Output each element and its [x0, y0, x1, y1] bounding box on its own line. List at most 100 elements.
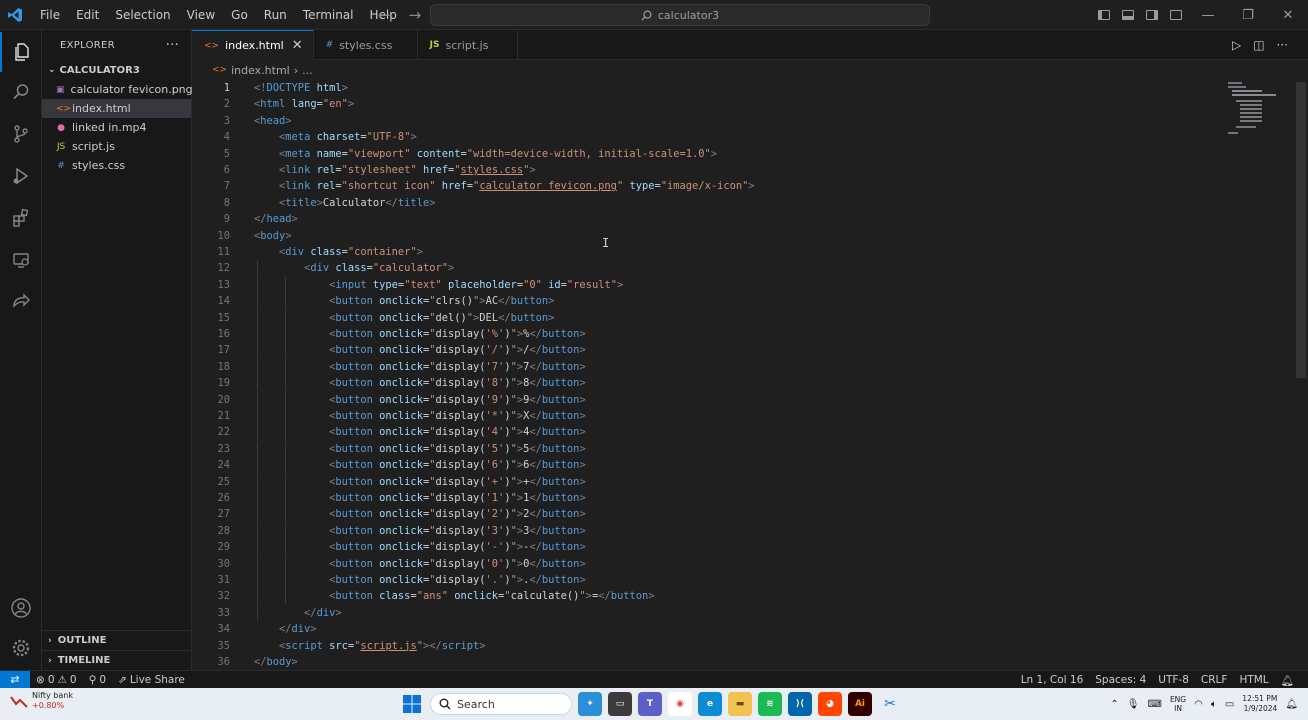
- notifications-bell-icon[interactable]: 🔔︎: [1275, 674, 1300, 687]
- ports-indicator[interactable]: ⚲ 0: [83, 674, 112, 686]
- toggle-secondary-sidebar-icon[interactable]: [1140, 0, 1164, 30]
- line-number: 5: [223, 147, 230, 160]
- scrollbar-thumb[interactable]: [1296, 82, 1306, 378]
- menu-edit[interactable]: Edit: [68, 0, 107, 30]
- remote-indicator-icon[interactable]: ⇄: [0, 670, 30, 689]
- close-window-icon[interactable]: ✕: [1268, 0, 1308, 30]
- wifi-icon[interactable]: ◠: [1194, 699, 1203, 710]
- keyboard-icon[interactable]: ⌨: [1148, 699, 1162, 710]
- timeline-label: TIMELINE: [57, 655, 111, 666]
- customize-layout-icon[interactable]: [1164, 0, 1188, 30]
- live-share-icon[interactable]: [0, 282, 42, 322]
- taskbar-search[interactable]: Search: [430, 693, 572, 715]
- settings-gear-icon[interactable]: [0, 628, 42, 668]
- stock-widget[interactable]: Nifty bank +0.80%: [10, 691, 73, 711]
- code-text: <body>: [254, 229, 292, 242]
- code-text: <button onclick="display('-')">-</button…: [329, 541, 586, 554]
- menu-file[interactable]: File: [32, 0, 68, 30]
- file-item[interactable]: JS script.js: [42, 137, 191, 156]
- tab-label: index.html: [225, 39, 284, 52]
- spotify-icon[interactable]: ≋: [758, 692, 782, 716]
- code-line: 32 <button class="ans" onclick="calculat…: [192, 588, 1292, 605]
- menu-terminal[interactable]: Terminal: [295, 0, 362, 30]
- menu-bar: File Edit Selection View Go Run Terminal…: [32, 0, 405, 30]
- code-line: 30 <button onclick="display('0')">0</but…: [192, 555, 1292, 572]
- battery-icon[interactable]: ▭: [1225, 699, 1234, 710]
- indentation[interactable]: Spaces: 4: [1089, 674, 1152, 686]
- file-item[interactable]: ▣ calculator fevicon.png: [42, 80, 193, 99]
- vscode-taskbar-icon[interactable]: ⟩⟨: [788, 692, 812, 716]
- forward-arrow-icon[interactable]: →: [409, 6, 422, 24]
- volume-icon[interactable]: 🔈︎: [1211, 699, 1217, 710]
- more-actions-icon[interactable]: ···: [1277, 38, 1288, 52]
- line-number: 30: [217, 557, 230, 570]
- copilot-icon[interactable]: ✦: [578, 692, 602, 716]
- toggle-panel-icon[interactable]: [1116, 0, 1140, 30]
- windows-start-icon[interactable]: [400, 692, 424, 716]
- file-item[interactable]: ● linked in.mp4: [42, 118, 191, 137]
- task-view-icon[interactable]: ▭: [608, 692, 632, 716]
- taskbar-apps: Search ✦ ▭ T ◉ e ▬ ≋ ⟩⟨ ◕ Ai ✂: [400, 688, 902, 720]
- tab-script-js[interactable]: JS script.js: [418, 30, 518, 60]
- problems-indicator[interactable]: ⊗ 0 ⚠ 0: [30, 674, 83, 686]
- extensions-icon[interactable]: [0, 198, 42, 238]
- menu-view[interactable]: View: [179, 0, 223, 30]
- outline-section[interactable]: › OUTLINE: [42, 630, 192, 650]
- code-text: <script src="script.js"></script>: [279, 639, 486, 652]
- command-center-search[interactable]: calculator3: [430, 4, 930, 26]
- line-number: 6: [223, 164, 230, 176]
- reddit-icon[interactable]: ◕: [818, 692, 842, 716]
- clock[interactable]: 12:51 PM 1/9/2024: [1242, 694, 1277, 714]
- maximize-icon[interactable]: ❐: [1228, 0, 1268, 30]
- encoding[interactable]: UTF-8: [1152, 674, 1195, 686]
- code-text: <link rel="shortcut icon" href="calculat…: [279, 180, 755, 193]
- chrome-icon[interactable]: ◉: [668, 692, 692, 716]
- toggle-primary-sidebar-icon[interactable]: [1092, 0, 1116, 30]
- end-of-line[interactable]: CRLF: [1195, 674, 1234, 686]
- explorer-icon[interactable]: [0, 32, 42, 72]
- menu-go[interactable]: Go: [223, 0, 256, 30]
- file-tree: ▣ calculator fevicon.png <> index.html ● link…: [42, 80, 193, 175]
- snipping-tool-icon[interactable]: ✂: [878, 692, 902, 716]
- folder-calculator3[interactable]: ⌄ CALCULATOR3: [42, 60, 191, 80]
- microphone-icon[interactable]: 🎙︎: [1127, 699, 1140, 710]
- language-mode[interactable]: HTML: [1233, 674, 1274, 686]
- menu-run[interactable]: Run: [256, 0, 295, 30]
- teams-icon[interactable]: T: [638, 692, 662, 716]
- editor-scrollbar[interactable]: [1294, 80, 1308, 670]
- file-item[interactable]: <> index.html: [42, 99, 191, 118]
- back-arrow-icon[interactable]: ←: [378, 6, 391, 24]
- code-editor[interactable]: 1 <!DOCTYPE html> 2 <html lang="en"> 3 <head>…: [192, 80, 1294, 670]
- js-file-icon: JS: [429, 40, 440, 50]
- remote-explorer-icon[interactable]: [0, 240, 42, 280]
- code-text: <button onclick="display('2')">2</button…: [329, 508, 586, 521]
- run-and-debug-icon[interactable]: [0, 156, 42, 196]
- tab-styles-css[interactable]: # styles.css: [314, 30, 418, 60]
- search-view-icon[interactable]: [0, 72, 42, 112]
- code-text: <button onclick="display('7')">7</button…: [329, 360, 586, 373]
- breadcrumb-file[interactable]: index.html: [231, 64, 290, 77]
- error-count: 0: [47, 673, 55, 686]
- menu-selection[interactable]: Selection: [107, 0, 178, 30]
- close-icon[interactable]: ✕: [292, 38, 303, 53]
- more-actions-icon[interactable]: ···: [166, 38, 179, 53]
- minimize-icon[interactable]: —: [1188, 0, 1228, 30]
- line-number: 34: [217, 623, 230, 636]
- clock-date: 1/9/2024: [1243, 704, 1278, 713]
- chevron-up-icon[interactable]: ⌃: [1110, 699, 1118, 710]
- cursor-position[interactable]: Ln 1, Col 16: [1015, 674, 1090, 686]
- file-explorer-icon[interactable]: ▬: [728, 692, 752, 716]
- breadcrumb-rest[interactable]: ...: [302, 64, 313, 77]
- run-icon[interactable]: ▷: [1232, 38, 1241, 52]
- edge-icon[interactable]: e: [698, 692, 722, 716]
- language-indicator[interactable]: ENG IN: [1170, 695, 1186, 713]
- tab-index-html[interactable]: <> index.html ✕: [192, 30, 314, 60]
- live-share-button[interactable]: ⇗ Live Share: [112, 674, 191, 686]
- notification-center-icon[interactable]: 🔔︎: [1285, 699, 1298, 710]
- split-editor-icon[interactable]: ◫: [1253, 38, 1264, 52]
- timeline-section[interactable]: › TIMELINE: [42, 650, 192, 670]
- account-icon[interactable]: [0, 588, 42, 628]
- illustrator-icon[interactable]: Ai: [848, 692, 872, 716]
- source-control-icon[interactable]: [0, 114, 42, 154]
- file-item[interactable]: # styles.css: [42, 156, 191, 175]
